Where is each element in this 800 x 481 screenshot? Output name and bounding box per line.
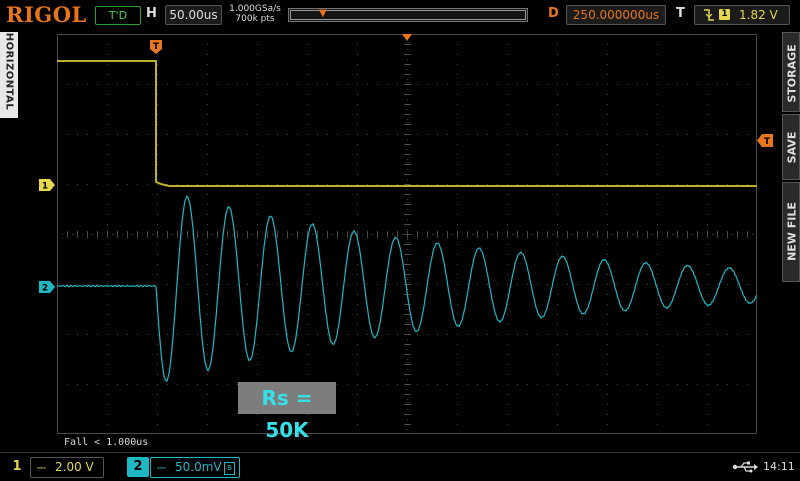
memory-position-bar[interactable]: ▼ <box>288 8 528 22</box>
falling-edge-icon <box>703 6 715 29</box>
trigger-source: 1 <box>719 9 730 20</box>
right-side-menu: STORAGE SAVE NEW FILE <box>782 32 800 282</box>
brand-logo: RIGOL <box>6 2 87 27</box>
trigger-level-marker-label: T <box>764 137 771 147</box>
trigger-level-marker: T <box>757 134 773 147</box>
ch2-button[interactable]: 2 <box>127 457 149 477</box>
top-status-bar: RIGOL T'D H 50.00us 1.000GSa/s 700k pts … <box>0 0 800 30</box>
timebase-value[interactable]: 50.00us <box>165 5 222 25</box>
save-menu-tab[interactable]: SAVE <box>782 114 800 180</box>
bandwidth-limit-icon: B <box>224 462 235 475</box>
waveform-display[interactable] <box>57 34 757 434</box>
storage-label: STORAGE <box>785 44 799 103</box>
usb-icon <box>732 461 758 473</box>
ch1-offset-marker-label: 1 <box>42 182 48 192</box>
trigger-position-marker-label: T <box>153 42 160 52</box>
run-status-badge[interactable]: T'D <box>95 6 141 25</box>
trigger-settings[interactable]: 1 1.82 V <box>694 5 790 25</box>
memory-depth: 700k pts <box>235 14 275 24</box>
clock: 14:11 <box>763 460 795 473</box>
memory-trigger-icon: ▼ <box>319 8 327 19</box>
ch2-offset-marker-label: 2 <box>42 284 48 294</box>
dc-coupling-icon: ⎓ <box>37 461 46 474</box>
ch2-scale-value: 50.0mV <box>175 460 222 474</box>
new-file-menu-tab[interactable]: NEW FILE <box>782 182 800 282</box>
ch1-button[interactable]: 1 <box>8 458 26 476</box>
trigger-level: 1.82 V <box>739 8 778 22</box>
channel-bar: 1 ⎓ 2.00 V 2 ⎓ 50.0mV B 14:11 <box>0 452 800 481</box>
ch1-offset-marker[interactable]: 1 <box>39 179 55 191</box>
ch1-scale-value: 2.00 V <box>55 460 94 474</box>
horizontal-label: H <box>146 6 157 21</box>
horizontal-menu-label: HORIZONTAL <box>3 32 15 111</box>
delay-value[interactable]: 250.000000us <box>566 5 666 25</box>
measurement-readout: Fall < 1.000us <box>64 437 149 448</box>
annotation-label: Rs = 50K <box>238 382 336 442</box>
ch1-scale[interactable]: ⎓ 2.00 V <box>30 457 104 478</box>
delay-label: D <box>548 6 559 21</box>
trigger-label: T <box>676 6 685 21</box>
save-label: SAVE <box>785 131 799 164</box>
graticule-grid <box>57 34 757 434</box>
storage-menu-tab[interactable]: STORAGE <box>782 32 800 112</box>
trigger-position-marker: T <box>150 40 162 54</box>
dc-coupling-icon: ⎓ <box>157 461 166 474</box>
center-marker-icon <box>402 34 412 41</box>
new-file-label: NEW FILE <box>785 202 799 261</box>
ch2-scale[interactable]: ⎓ 50.0mV B <box>150 457 240 478</box>
sample-rate-info: 1.000GSa/s 700k pts <box>229 4 281 24</box>
ch2-offset-marker[interactable]: 2 <box>39 281 55 293</box>
sample-rate: 1.000GSa/s <box>229 4 281 14</box>
horizontal-menu-tab[interactable]: HORIZONTAL <box>0 32 18 118</box>
